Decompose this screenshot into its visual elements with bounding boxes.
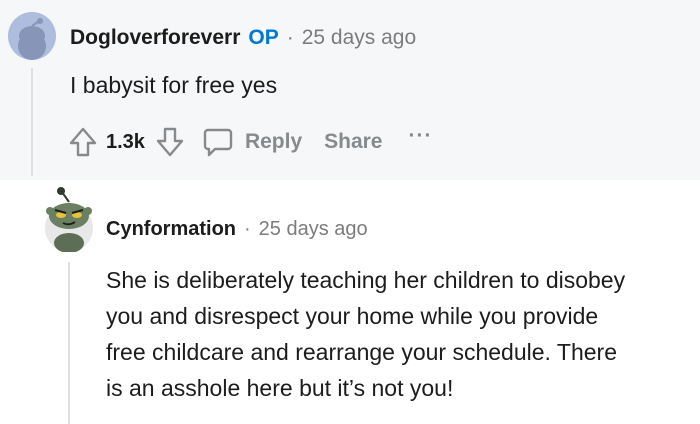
more-options-icon: ··· — [408, 124, 433, 147]
author-name[interactable]: Cynformation — [106, 218, 236, 241]
avatar-op[interactable] — [8, 12, 56, 60]
separator-dot: · — [286, 26, 294, 49]
comment-body: She is deliberately teaching her childre… — [106, 262, 625, 406]
speech-bubble-icon — [203, 128, 233, 157]
thread-line[interactable] — [31, 68, 33, 176]
upvote-arrow-icon — [69, 127, 97, 157]
share-button[interactable]: Share — [324, 130, 382, 154]
snoo-avatar-icon — [8, 12, 56, 60]
reply-label: Reply — [244, 130, 303, 153]
op-badge: OP — [248, 26, 279, 49]
downvote-button[interactable] — [155, 126, 185, 158]
avatar-reply[interactable] — [44, 186, 94, 252]
comment-body: I babysit for free yes — [70, 72, 278, 98]
comment-body-line: is an asshole here but it’s not you! — [106, 375, 454, 401]
upvote-button[interactable] — [68, 126, 98, 158]
comment-body-line: free childcare and rearrange your schedu… — [106, 339, 617, 365]
comment-body-line: She is deliberately teaching her childre… — [106, 267, 626, 293]
comment-meta-op: Dogloverforeverr OP · 25 days ago — [70, 26, 416, 50]
comment-timestamp[interactable]: 25 days ago — [259, 218, 368, 241]
comment-body-line: you and disrespect your home while you p… — [106, 303, 599, 329]
vote-score: 1.3k — [106, 130, 145, 153]
comment-timestamp[interactable]: 25 days ago — [302, 26, 416, 50]
reply-button[interactable]: Reply — [201, 125, 302, 159]
snoo-avatar-icon — [45, 187, 93, 252]
downvote-arrow-icon — [156, 127, 184, 157]
author-name[interactable]: Dogloverforeverr — [70, 26, 240, 50]
comment-actions: 1.3k Reply Share ··· — [68, 124, 432, 160]
more-options-button[interactable]: ··· — [409, 124, 433, 154]
comment-meta-reply: Cynformation · 25 days ago — [106, 218, 368, 241]
separator-dot: · — [244, 218, 251, 240]
thread-line[interactable] — [68, 262, 70, 424]
share-label: Share — [324, 130, 383, 153]
